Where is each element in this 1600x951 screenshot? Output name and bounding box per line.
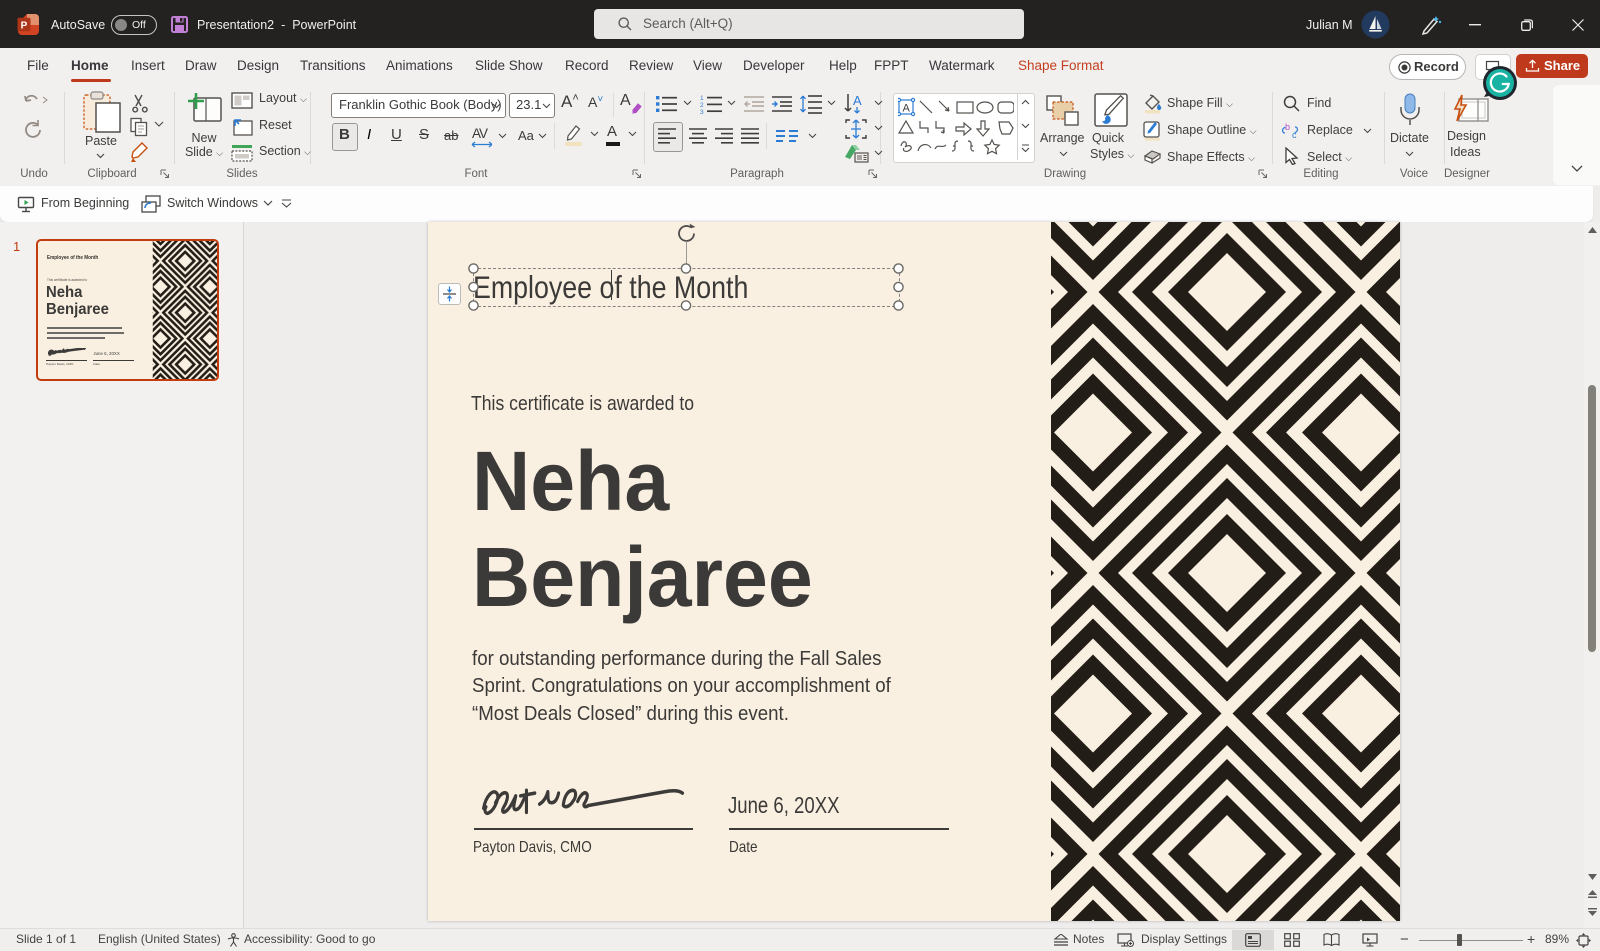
svg-text:2: 2 bbox=[700, 102, 704, 109]
svg-text:A: A bbox=[853, 93, 862, 108]
svg-text:3: 3 bbox=[700, 109, 704, 114]
svg-text:b: b bbox=[1285, 122, 1290, 132]
svg-text:1: 1 bbox=[700, 95, 704, 102]
svg-text:P: P bbox=[21, 21, 28, 32]
svg-text:A: A bbox=[903, 103, 911, 115]
